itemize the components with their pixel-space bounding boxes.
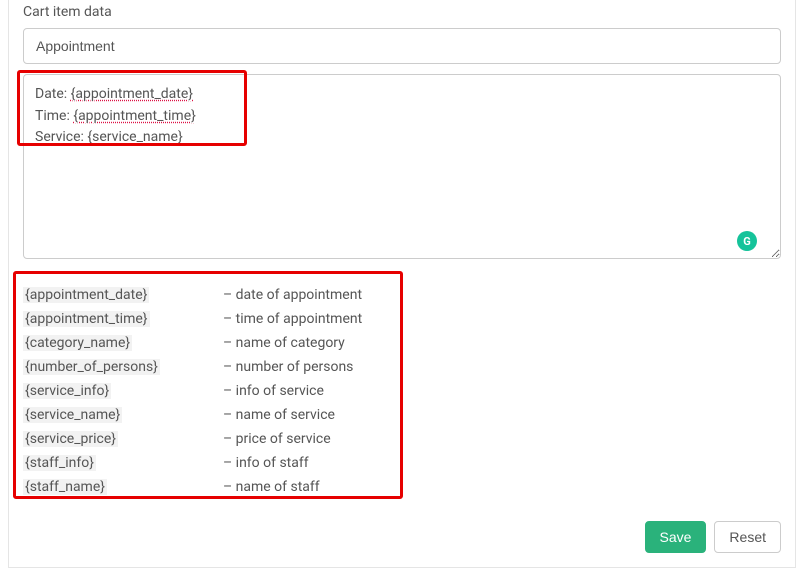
placeholder-desc: – date of appointment [223, 283, 370, 307]
table-row: {staff_name} – name of staff [23, 475, 370, 499]
placeholders-table: {appointment_date}– date of appointment{… [23, 283, 370, 499]
placeholders-reference: {appointment_date}– date of appointment{… [23, 277, 781, 505]
cart-item-data-label: Cart item data [23, 0, 781, 20]
table-row: {service_info} – info of service [23, 379, 370, 403]
placeholder-key[interactable]: {service_price} [23, 431, 118, 447]
action-buttons: Save Reset [645, 521, 782, 553]
placeholder-desc: – number of persons [223, 355, 370, 379]
placeholder-desc: – info of staff [223, 451, 370, 475]
placeholder-desc: – time of appointment [223, 307, 370, 331]
placeholder-desc: – info of service [223, 379, 370, 403]
placeholder-desc: – price of service [223, 427, 370, 451]
placeholder-key[interactable]: {staff_name} [23, 479, 107, 495]
table-row: {service_name} – name of service [23, 403, 370, 427]
placeholder-key[interactable]: {service_info} [23, 383, 111, 399]
placeholder-desc: – name of service [223, 403, 370, 427]
item-body-wrap: Date: {appointment_date}Time: {appointme… [23, 74, 781, 263]
table-row: {service_price} – price of service [23, 427, 370, 451]
placeholder-desc: – name of staff [223, 475, 370, 499]
table-row: {staff_info} – info of staff [23, 451, 370, 475]
table-row: {category_name} – name of category [23, 331, 370, 355]
table-row: {number_of_persons} – number of persons [23, 355, 370, 379]
item-title-input[interactable] [23, 28, 781, 64]
item-body-textarea[interactable] [23, 74, 781, 259]
cart-item-data-panel: Cart item data Date: {appointment_date}T… [8, 0, 796, 568]
table-row: {appointment_time} – time of appointment [23, 307, 370, 331]
reset-button[interactable]: Reset [714, 521, 781, 553]
placeholder-key[interactable]: {appointment_date} [23, 287, 149, 303]
save-button[interactable]: Save [645, 521, 707, 553]
placeholder-key[interactable]: {service_name} [23, 407, 122, 423]
placeholder-desc: – name of category [223, 331, 370, 355]
table-row: {appointment_date} – date of appointment [23, 283, 370, 307]
placeholder-key[interactable]: {category_name} [23, 335, 132, 351]
grammarly-icon: G [737, 231, 757, 251]
placeholder-key[interactable]: {staff_info} [23, 455, 96, 471]
placeholder-key[interactable]: {appointment_time} [23, 311, 150, 327]
placeholder-key[interactable]: {number_of_persons} [23, 359, 160, 375]
